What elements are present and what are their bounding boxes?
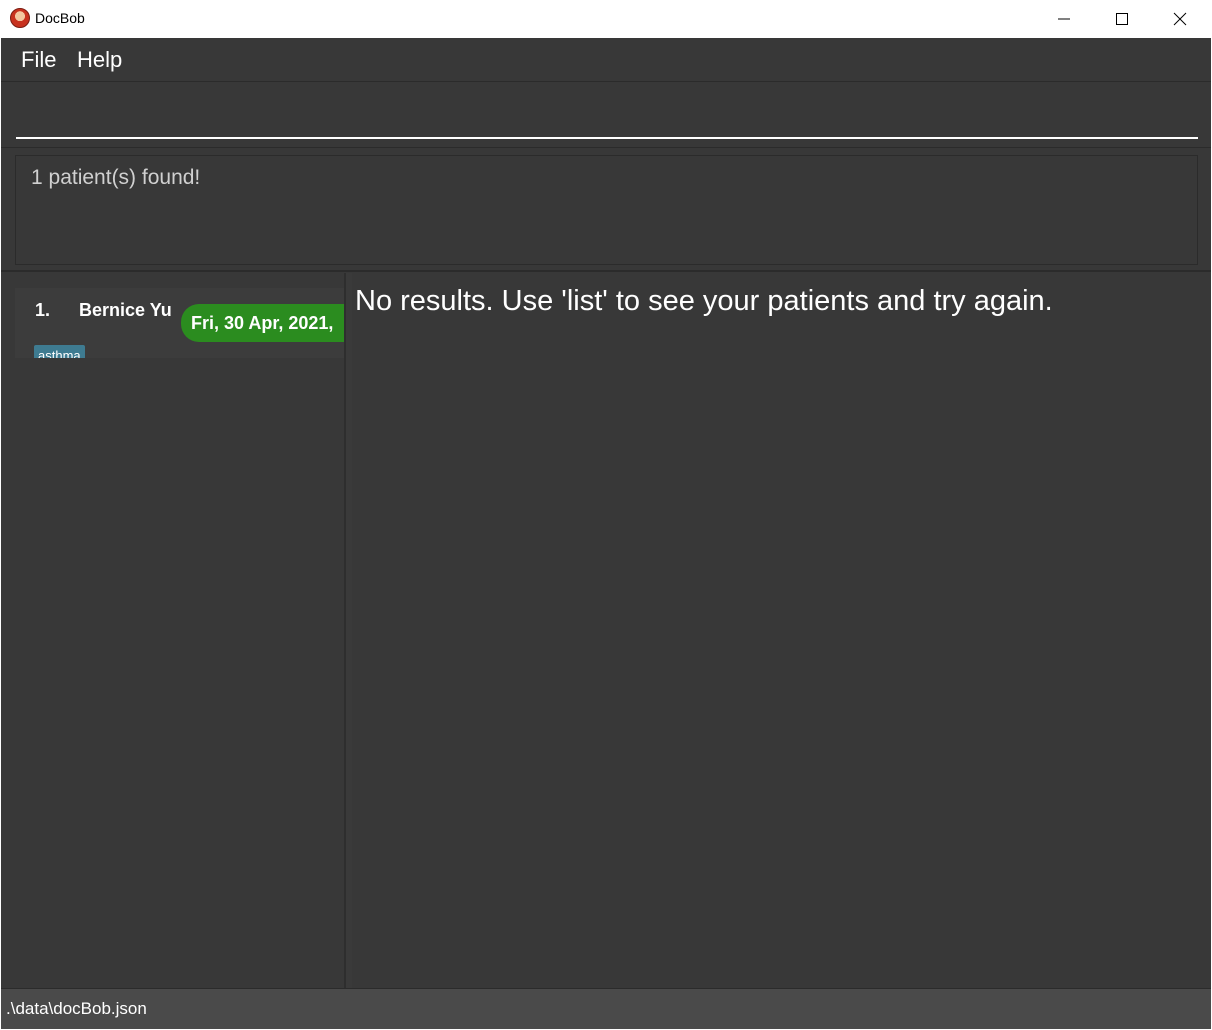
close-button[interactable]: [1151, 0, 1209, 38]
close-icon: [1173, 12, 1187, 26]
patient-list[interactable]: 1. Bernice Yu Fri, 30 Apr, 2021, asthma: [1, 273, 344, 988]
title-bar: DocBob: [0, 0, 1212, 38]
main-content: 1. Bernice Yu Fri, 30 Apr, 2021, asthma …: [1, 273, 1211, 988]
patient-name: Bernice Yu: [79, 300, 172, 320]
menu-help[interactable]: Help: [77, 47, 122, 73]
maximize-icon: [1116, 13, 1128, 25]
patient-detail-pane: No results. Use 'list' to see your patie…: [352, 273, 1211, 988]
status-bar: .\data\docBob.json: [1, 988, 1211, 1029]
app-logo-icon: [10, 8, 30, 28]
patient-index: 1.: [35, 300, 51, 320]
split-pane-divider[interactable]: [344, 273, 352, 988]
patient-tag: asthma: [34, 345, 85, 358]
menu-bar: File Help: [1, 38, 1211, 82]
command-input[interactable]: [16, 93, 1198, 139]
data-file-path: .\data\docBob.json: [6, 999, 147, 1018]
minimize-icon: [1058, 18, 1070, 20]
detail-message: No results. Use 'list' to see your patie…: [355, 285, 1053, 317]
result-display[interactable]: 1 patient(s) found!: [15, 155, 1198, 265]
window-title: DocBob: [35, 10, 85, 26]
app-window: File Help 1 patient(s) found! 1. Bernice…: [1, 38, 1211, 1029]
appointment-badge: Fri, 30 Apr, 2021,: [181, 304, 344, 342]
result-pane: 1 patient(s) found!: [1, 149, 1211, 272]
patient-card[interactable]: 1. Bernice Yu Fri, 30 Apr, 2021, asthma: [15, 288, 344, 358]
command-box: [1, 83, 1211, 148]
minimize-button[interactable]: [1035, 0, 1093, 38]
menu-file[interactable]: File: [21, 47, 56, 73]
maximize-button[interactable]: [1093, 0, 1151, 38]
